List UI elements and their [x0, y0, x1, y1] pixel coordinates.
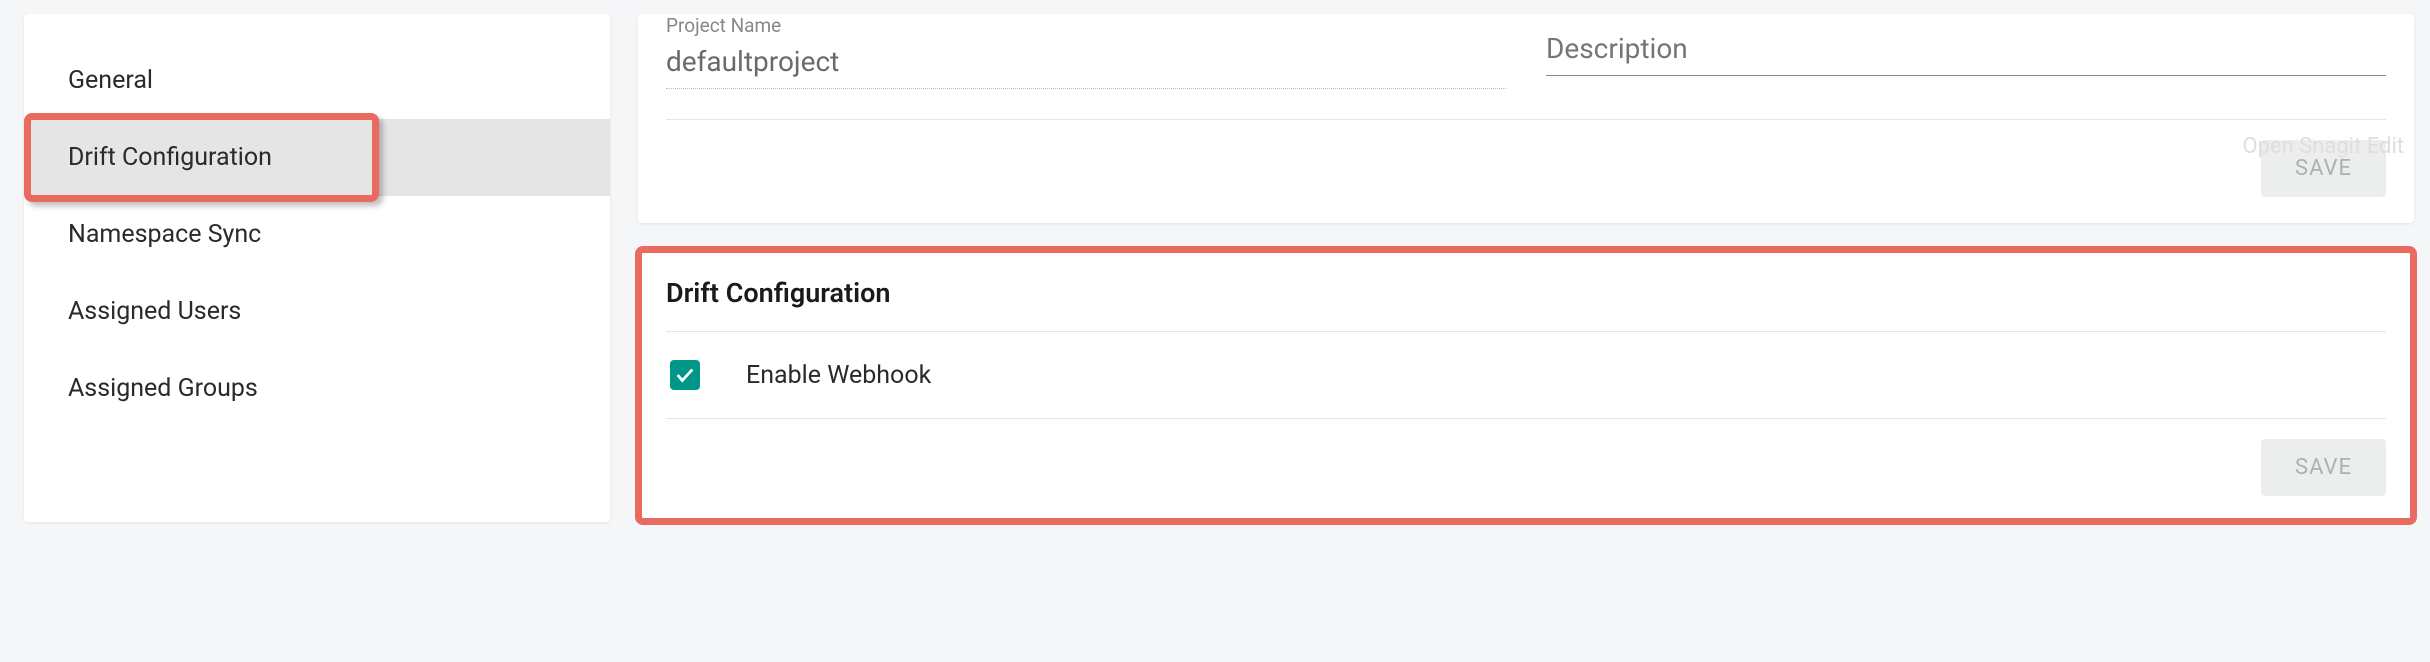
project-name-input[interactable] [666, 39, 1506, 89]
sidebar-item-assigned-users[interactable]: Assigned Users [24, 273, 610, 350]
settings-sidebar: General Drift Configuration Namespace Sy… [24, 14, 610, 522]
project-name-label: Project Name [666, 14, 1506, 37]
description-input[interactable] [1546, 14, 2386, 76]
save-button[interactable]: SAVE [2261, 439, 2386, 496]
card-footer: SAVE [666, 439, 2386, 496]
sidebar-item-drift-configuration[interactable]: Drift Configuration [24, 119, 610, 196]
sidebar-item-namespace-sync[interactable]: Namespace Sync [24, 196, 610, 273]
sidebar-item-label: General [68, 66, 153, 95]
sidebar-item-label: Assigned Users [68, 297, 241, 326]
sidebar-item-label: Namespace Sync [68, 220, 261, 249]
checkmark-icon [674, 364, 696, 386]
drift-configuration-card: Drift Configuration Enable Webhook SAVE [638, 249, 2414, 522]
sidebar-item-assigned-groups[interactable]: Assigned Groups [24, 350, 610, 427]
enable-webhook-row: Enable Webhook [666, 332, 2386, 419]
sidebar-item-general[interactable]: General [24, 42, 610, 119]
project-form-row: Project Name [666, 14, 2386, 89]
save-button[interactable]: SAVE [2261, 140, 2386, 197]
enable-webhook-checkbox[interactable] [670, 360, 700, 390]
project-name-field-wrapper: Project Name [666, 14, 1506, 89]
divider [666, 119, 2386, 120]
card-footer: SAVE [666, 140, 2386, 197]
sidebar-item-label: Assigned Groups [68, 374, 258, 403]
project-settings-card: Project Name SAVE Open Snagit Edit [638, 14, 2414, 223]
sidebar-item-label: Drift Configuration [68, 143, 272, 172]
enable-webhook-label: Enable Webhook [746, 361, 931, 390]
page-container: General Drift Configuration Namespace Sy… [0, 0, 2430, 538]
description-field-wrapper [1546, 14, 2386, 89]
main-content: Project Name SAVE Open Snagit Edit Drift… [638, 14, 2414, 522]
drift-card-title: Drift Configuration [666, 277, 2386, 332]
